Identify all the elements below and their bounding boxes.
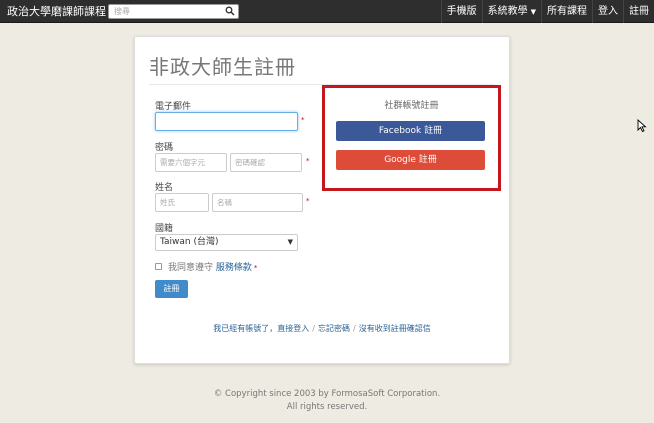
facebook-register-button[interactable]: Facebook 註冊 xyxy=(336,121,485,141)
nav-menu: 手機版 系統教學 ▼ 所有課程 登入 註冊 xyxy=(440,0,654,23)
top-navbar: 政治大學磨課師課程 搜尋 手機版 系統教學 ▼ 所有課程 登入 註冊 xyxy=(0,0,654,23)
register-button[interactable]: 註冊 xyxy=(155,280,188,298)
chevron-down-icon: ▼ xyxy=(530,8,536,16)
agree-text: 我同意遵守 xyxy=(168,263,214,273)
nationality-value: Taiwan (台灣) xyxy=(160,237,219,247)
nav-item-label: 手機版 xyxy=(446,6,477,17)
copyright-text: © Copyright since 2003 by FormosaSoft Co… xyxy=(213,389,441,399)
agree-terms: 我同意遵守 服務條款 * xyxy=(168,260,257,273)
rights-text: All rights reserved. xyxy=(286,402,368,412)
required-mark: * xyxy=(306,197,310,205)
chevron-down-icon: ▼ xyxy=(287,238,293,246)
social-register-box: 社群帳號註冊 Facebook 註冊 Google 註冊 xyxy=(322,85,501,191)
search-input[interactable]: 搜尋 xyxy=(108,4,239,19)
nav-item-label: 登入 xyxy=(598,6,618,17)
forgot-password-link[interactable]: 忘記密碼 xyxy=(318,324,350,333)
search-icon[interactable] xyxy=(225,6,235,16)
social-title: 社群帳號註冊 xyxy=(384,101,439,111)
email-label: 電子郵件 xyxy=(155,102,192,112)
terms-link[interactable]: 服務條款 xyxy=(216,263,252,273)
resend-confirmation-link[interactable]: 沒有收到註冊確認信 xyxy=(359,324,431,333)
required-mark: * xyxy=(253,264,258,272)
nationality-label: 國籍 xyxy=(155,224,174,234)
nav-item-register[interactable]: 註冊 xyxy=(623,0,654,23)
nav-item-label: 註冊 xyxy=(629,6,649,17)
password-confirm-field[interactable]: 密碼確認 xyxy=(230,153,302,172)
mouse-cursor-icon xyxy=(637,119,647,133)
name-label: 姓名 xyxy=(155,183,174,193)
first-name-field[interactable]: 名稱 xyxy=(212,193,303,212)
footer: © Copyright since 2003 by FormosaSoft Co… xyxy=(0,388,654,414)
email-field[interactable] xyxy=(155,112,298,131)
nav-item-mobile[interactable]: 手機版 xyxy=(440,0,482,23)
agree-checkbox[interactable] xyxy=(155,263,162,270)
registration-card: 非政大師生註冊 電子郵件 * 密碼 需要六個字元 密碼確認 * 姓名 姓氏 名稱… xyxy=(134,36,510,364)
nav-item-login[interactable]: 登入 xyxy=(592,0,623,23)
required-mark: * xyxy=(306,157,310,165)
nav-item-tutorial[interactable]: 系統教學 ▼ xyxy=(481,0,541,23)
nationality-select[interactable]: Taiwan (台灣) ▼ xyxy=(155,234,298,251)
nav-item-label: 所有課程 xyxy=(547,6,587,17)
link-separator: / xyxy=(312,324,315,333)
nav-item-all-courses[interactable]: 所有課程 xyxy=(541,0,592,23)
required-mark: * xyxy=(301,116,305,124)
auth-links: 我已經有帳號了，直接登入 / 忘記密碼 / 沒有收到註冊確認信 xyxy=(135,323,509,334)
page-title: 非政大師生註冊 xyxy=(149,55,296,79)
site-brand[interactable]: 政治大學磨課師課程 xyxy=(0,3,106,19)
password-label: 密碼 xyxy=(155,143,174,153)
password-field[interactable]: 需要六個字元 xyxy=(155,153,227,172)
search-placeholder: 搜尋 xyxy=(114,7,130,16)
last-name-field[interactable]: 姓氏 xyxy=(155,193,209,212)
login-link[interactable]: 我已經有帳號了，直接登入 xyxy=(213,324,309,333)
nav-item-label: 系統教學 xyxy=(487,6,528,17)
link-separator: / xyxy=(353,324,356,333)
google-register-button[interactable]: Google 註冊 xyxy=(336,150,485,170)
